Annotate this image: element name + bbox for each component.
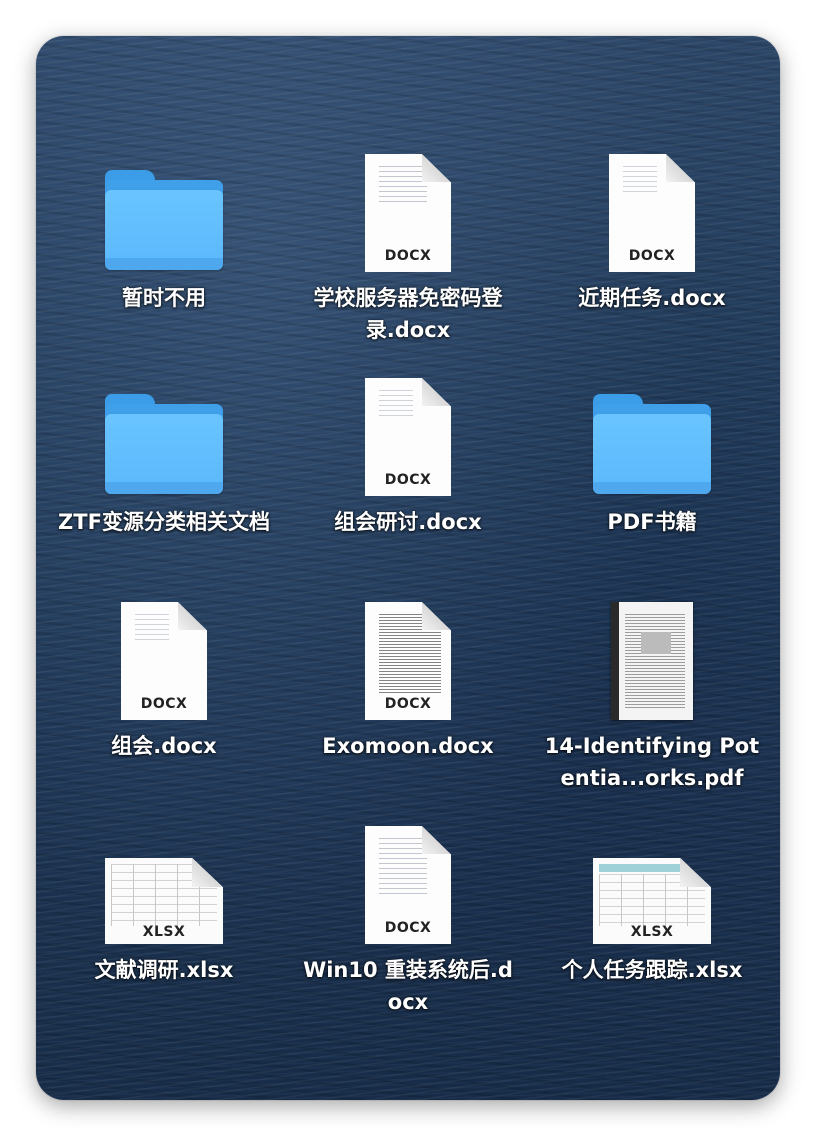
file-item-xlsx-literature[interactable]: XLSX 文献调研.xlsx	[48, 820, 280, 1044]
xlsx-spreadsheet-icon: XLSX	[105, 858, 223, 944]
pdf-preview-icon	[611, 602, 693, 720]
docx-document-icon: DOCX	[365, 602, 451, 720]
file-item-docx-group-meeting[interactable]: DOCX 组会.docx	[48, 596, 280, 820]
xlsx-badge: XLSX	[630, 924, 674, 940]
folder-icon	[105, 170, 223, 272]
file-label: 14-Identifying Potentia...orks.pdf	[544, 734, 760, 790]
file-label: Win10 重装系统后.docx	[303, 958, 513, 1014]
folder-icon	[105, 394, 223, 496]
file-label: 学校服务器免密码登录.docx	[313, 286, 503, 342]
file-label: 组会研讨.docx	[334, 510, 482, 534]
file-label: Exomoon.docx	[322, 734, 494, 758]
docx-badge: DOCX	[140, 696, 188, 712]
docx-document-icon: DOCX	[365, 378, 451, 496]
file-label: 暂时不用	[122, 286, 206, 310]
file-label: 组会.docx	[111, 734, 217, 758]
file-label: 个人任务跟踪.xlsx	[561, 958, 743, 982]
docx-badge: DOCX	[628, 248, 676, 264]
file-item-docx-exomoon[interactable]: DOCX Exomoon.docx	[292, 596, 524, 820]
docx-badge: DOCX	[384, 248, 432, 264]
finder-icon-view-window: 暂时不用 DOCX 学校服务器免密码登录.docx DOCX 近期任务.docx	[36, 36, 780, 1100]
docx-badge: DOCX	[384, 696, 432, 712]
file-item-docx-win10-reinstall[interactable]: DOCX Win10 重装系统后.docx	[292, 820, 524, 1044]
file-label: ZTF变源分类相关文档	[58, 510, 270, 534]
docx-badge: DOCX	[384, 472, 432, 488]
file-icon-grid: 暂时不用 DOCX 学校服务器免密码登录.docx DOCX 近期任务.docx	[36, 36, 780, 1100]
file-label: 文献调研.xlsx	[94, 958, 234, 982]
file-item-docx-recent-tasks[interactable]: DOCX 近期任务.docx	[536, 148, 768, 372]
docx-document-icon: DOCX	[609, 154, 695, 272]
docx-badge: DOCX	[384, 920, 432, 936]
xlsx-spreadsheet-icon: XLSX	[593, 858, 711, 944]
file-label: PDF书籍	[607, 510, 697, 534]
file-item-folder-ztf[interactable]: ZTF变源分类相关文档	[48, 372, 280, 596]
xlsx-badge: XLSX	[142, 924, 186, 940]
docx-document-icon: DOCX	[365, 154, 451, 272]
file-item-docx-server-login[interactable]: DOCX 学校服务器免密码登录.docx	[292, 148, 524, 372]
folder-icon	[593, 394, 711, 496]
file-item-docx-group-discussion[interactable]: DOCX 组会研讨.docx	[292, 372, 524, 596]
file-label: 近期任务.docx	[578, 286, 726, 310]
file-item-pdf-identifying[interactable]: 14-Identifying Potentia...orks.pdf	[536, 596, 768, 820]
file-item-folder-zanshibuyong[interactable]: 暂时不用	[48, 148, 280, 372]
docx-document-icon: DOCX	[121, 602, 207, 720]
docx-document-icon: DOCX	[365, 826, 451, 944]
file-item-xlsx-task-tracking[interactable]: XLSX 个人任务跟踪.xlsx	[536, 820, 768, 1044]
file-item-folder-pdf-books[interactable]: PDF书籍	[536, 372, 768, 596]
